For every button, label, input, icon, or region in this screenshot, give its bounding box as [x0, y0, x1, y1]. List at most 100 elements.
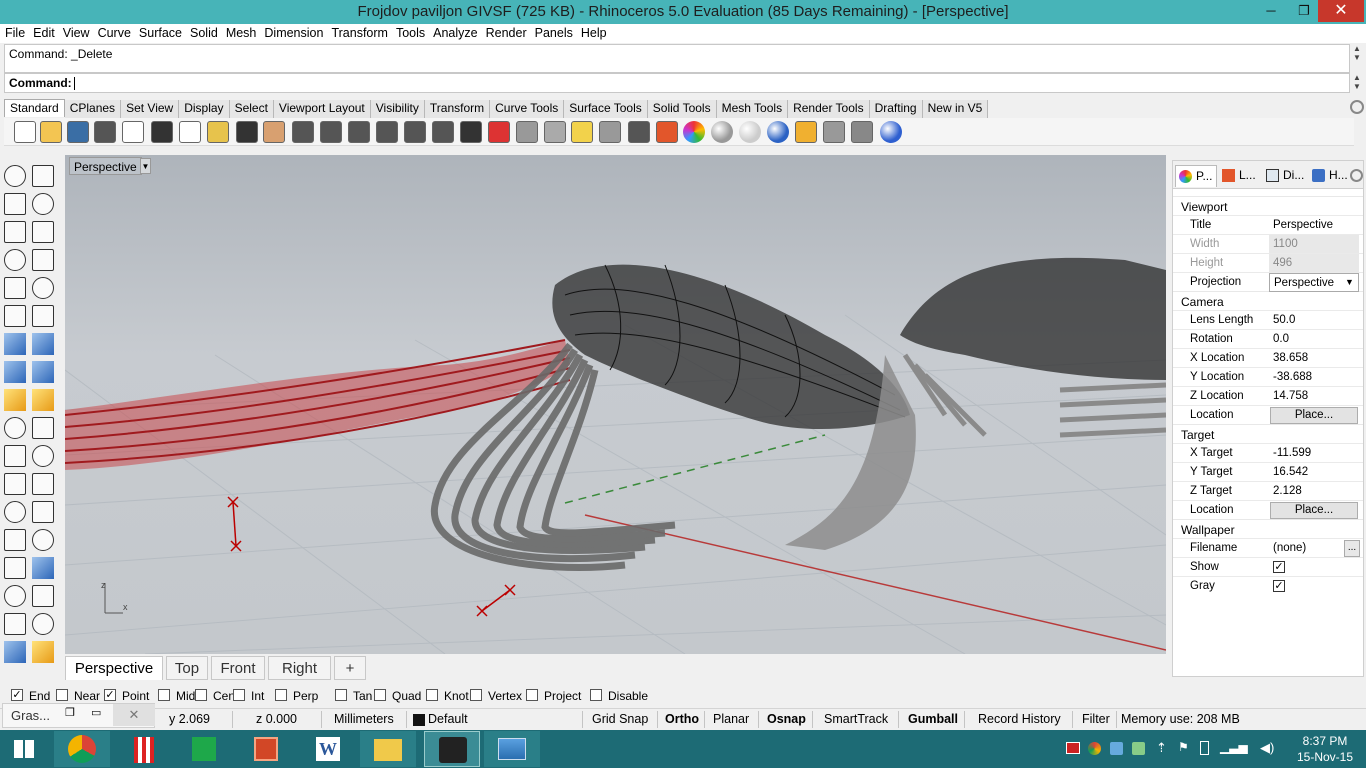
- store-icon[interactable]: [176, 731, 232, 767]
- sphere-icon[interactable]: [32, 333, 54, 355]
- point-light-icon[interactable]: [571, 121, 593, 143]
- paint-icon[interactable]: [32, 641, 54, 663]
- chrome-icon[interactable]: [54, 731, 110, 767]
- camera-place-button[interactable]: Place...: [1270, 407, 1358, 424]
- rhino-icon[interactable]: [424, 731, 480, 767]
- osnap-project-checkbox[interactable]: [526, 689, 538, 701]
- network-device-tray-icon[interactable]: [1110, 742, 1123, 755]
- ellipse-icon[interactable]: [32, 221, 54, 243]
- zoom-selected-icon[interactable]: [404, 121, 426, 143]
- tab-viewport-layout[interactable]: Viewport Layout: [273, 100, 371, 118]
- osnap-cen-checkbox[interactable]: [195, 689, 207, 701]
- open-icon[interactable]: [40, 121, 62, 143]
- osnap-end-checkbox[interactable]: ✓: [11, 689, 23, 701]
- tab-render-tools[interactable]: Render Tools: [788, 100, 870, 118]
- trim-icon[interactable]: [32, 417, 54, 439]
- zoom-icon[interactable]: [320, 121, 342, 143]
- rotation-value[interactable]: 0.0: [1269, 330, 1359, 349]
- paste-icon[interactable]: [207, 121, 229, 143]
- tab-visibility[interactable]: Visibility: [370, 100, 425, 118]
- photos-icon[interactable]: [484, 731, 540, 767]
- mirror-icon[interactable]: [32, 529, 54, 551]
- add-viewport-button[interactable]: +: [334, 656, 366, 680]
- command-scrollbar[interactable]: ▲ ▼: [1350, 73, 1364, 93]
- options-icon[interactable]: [851, 121, 873, 143]
- restore-mini-button[interactable]: ❐: [65, 706, 75, 719]
- grid-snap-toggle[interactable]: Grid Snap: [592, 712, 648, 726]
- title-value[interactable]: Perspective: [1269, 216, 1359, 235]
- box-icon[interactable]: [4, 333, 26, 355]
- upload-tray-icon[interactable]: ⇡: [1156, 740, 1167, 756]
- arc-icon[interactable]: [4, 249, 26, 271]
- viewport-label[interactable]: Perspective: [69, 157, 142, 175]
- curve-icon[interactable]: [32, 193, 54, 215]
- analyze-icon[interactable]: [4, 613, 26, 635]
- rectangle-icon[interactable]: [32, 249, 54, 271]
- tab-set-view[interactable]: Set View: [121, 100, 180, 118]
- tab-cplanes[interactable]: CPlanes: [64, 100, 122, 118]
- lock-icon[interactable]: [628, 121, 650, 143]
- osnap-mid-checkbox[interactable]: [158, 689, 170, 701]
- browse-button[interactable]: ...: [1344, 540, 1360, 557]
- menu-help[interactable]: Help: [576, 24, 610, 42]
- tab-perspective[interactable]: Perspective: [65, 656, 163, 680]
- help-icon[interactable]: [880, 121, 902, 143]
- menu-transform[interactable]: Transform: [326, 24, 391, 42]
- tab-standard[interactable]: Standard: [4, 99, 65, 117]
- mesh-icon[interactable]: [32, 361, 54, 383]
- car-icon[interactable]: [488, 121, 510, 143]
- menu-curve[interactable]: Curve: [93, 24, 134, 42]
- tab-select[interactable]: Select: [229, 100, 274, 118]
- restore-button[interactable]: ❐: [1290, 0, 1318, 22]
- zoom-extents-icon[interactable]: [376, 121, 398, 143]
- x-target-value[interactable]: -11.599: [1269, 444, 1359, 463]
- new-icon[interactable]: [14, 121, 36, 143]
- color-wheel-icon[interactable]: [683, 121, 705, 143]
- settings-icon[interactable]: [823, 121, 845, 143]
- block-icon[interactable]: [4, 557, 26, 579]
- units-label[interactable]: Millimeters: [334, 712, 394, 726]
- fillet-icon[interactable]: [32, 277, 54, 299]
- tab-help[interactable]: H...: [1309, 165, 1353, 187]
- tab-front[interactable]: Front: [211, 656, 265, 680]
- polygon-icon[interactable]: [4, 277, 26, 299]
- show-checkbox[interactable]: ✓: [1273, 561, 1285, 573]
- osnap-toggle[interactable]: Osnap: [767, 712, 806, 726]
- tab-right[interactable]: Right: [268, 656, 331, 680]
- osnap-tan-checkbox[interactable]: [335, 689, 347, 701]
- rotate-icon[interactable]: [32, 473, 54, 495]
- menu-mesh[interactable]: Mesh: [221, 24, 260, 42]
- ungroup-icon[interactable]: [32, 445, 54, 467]
- shaded-sphere-icon[interactable]: [711, 121, 733, 143]
- smarttrack-toggle[interactable]: SmartTrack: [824, 712, 888, 726]
- menu-render[interactable]: Render: [481, 24, 530, 42]
- tab-mesh-tools[interactable]: Mesh Tools: [716, 100, 789, 118]
- lens-length-value[interactable]: 50.0: [1269, 311, 1359, 330]
- gumball-toggle[interactable]: Gumball: [908, 712, 958, 726]
- materials-icon[interactable]: [656, 121, 678, 143]
- menu-panels[interactable]: Panels: [530, 24, 576, 42]
- gray-checkbox[interactable]: ✓: [1273, 580, 1285, 592]
- snap-grid-icon[interactable]: [516, 121, 538, 143]
- osnap-icon[interactable]: [544, 121, 566, 143]
- windows-start-icon[interactable]: [0, 731, 56, 767]
- text-icon[interactable]: [4, 501, 26, 523]
- battery-tray-icon[interactable]: [1200, 741, 1209, 755]
- polyline-icon[interactable]: [4, 193, 26, 215]
- history-scrollbar[interactable]: ▲ ▼: [1350, 44, 1364, 73]
- rotate-view-icon[interactable]: [292, 121, 314, 143]
- cylinder-icon[interactable]: [4, 361, 26, 383]
- tab-layers[interactable]: L...: [1219, 165, 1261, 187]
- x-location-value[interactable]: 38.658: [1269, 349, 1359, 368]
- save-icon[interactable]: [67, 121, 89, 143]
- tab-display[interactable]: Di...: [1263, 165, 1307, 187]
- copy-icon[interactable]: [179, 121, 201, 143]
- osnap-disable-checkbox[interactable]: [590, 689, 602, 701]
- clock[interactable]: 8:37 PM 15-Nov-15: [1290, 733, 1360, 765]
- signal-tray-icon[interactable]: ▁▃▅: [1220, 740, 1248, 754]
- rotate-camera-icon[interactable]: [432, 121, 454, 143]
- menu-tools[interactable]: Tools: [391, 24, 428, 42]
- pan-icon[interactable]: [263, 121, 285, 143]
- hatch-icon[interactable]: [32, 557, 54, 579]
- osnap-quad-checkbox[interactable]: [374, 689, 386, 701]
